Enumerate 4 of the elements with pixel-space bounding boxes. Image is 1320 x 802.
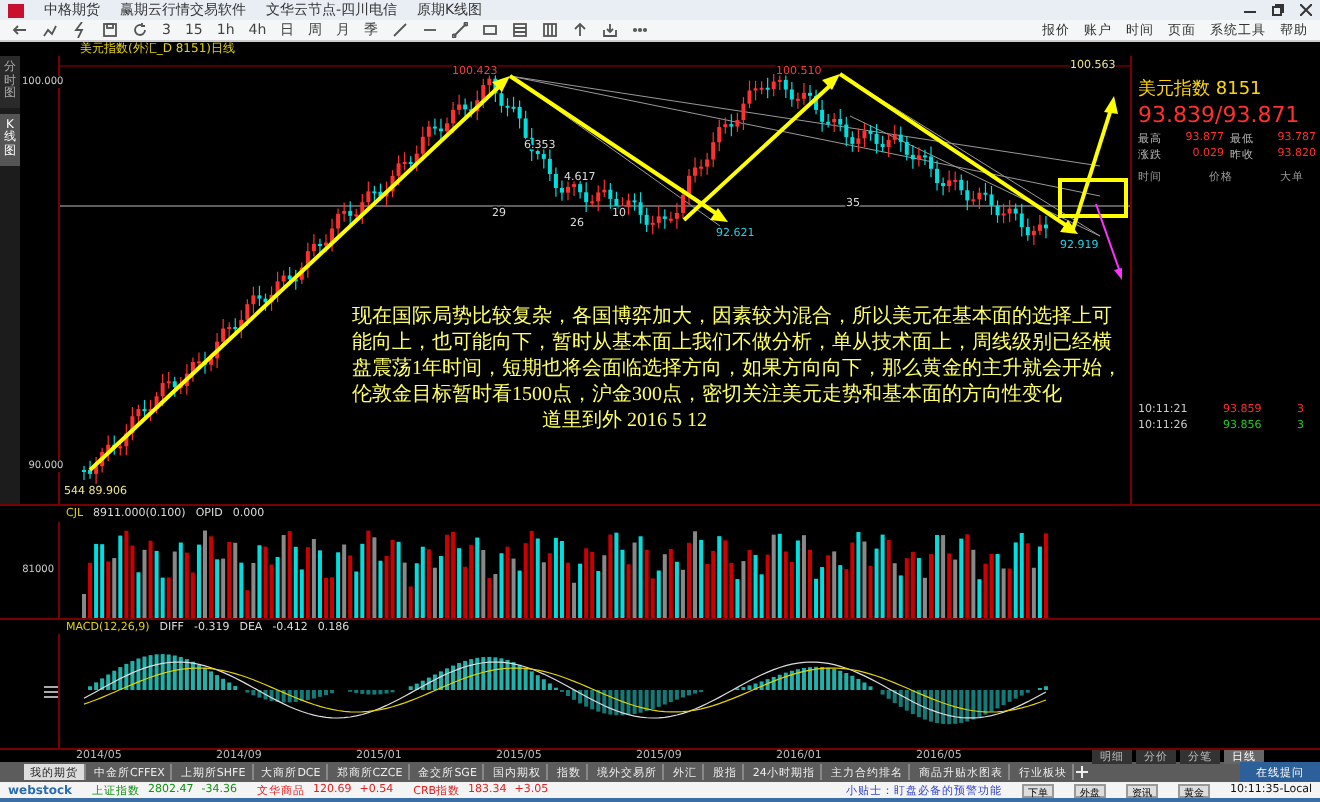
commentary-text: 现在国际局势比较复杂，各国博弈加大，因素较为混合，所以美元在基本面的选择上可能向上，也可能向下，暂时从基本面上我们不做分析，单从技术面上，周线级别已经横盘震荡1年时间，短期也将会面临选择方向，如果方向向下，那么黄金的主升就会开始，伦敦金目标暂时看1500点，沪金300点，密切关注美元走势和基本面的方向性变化 xyxy=(352,304,1122,408)
quote-name: 美元指数 8151 xyxy=(1138,77,1264,102)
signature-text: 道里到外 2016 5 12 xyxy=(540,408,709,434)
quote-price: 93.839/93.871 xyxy=(1138,102,1302,128)
